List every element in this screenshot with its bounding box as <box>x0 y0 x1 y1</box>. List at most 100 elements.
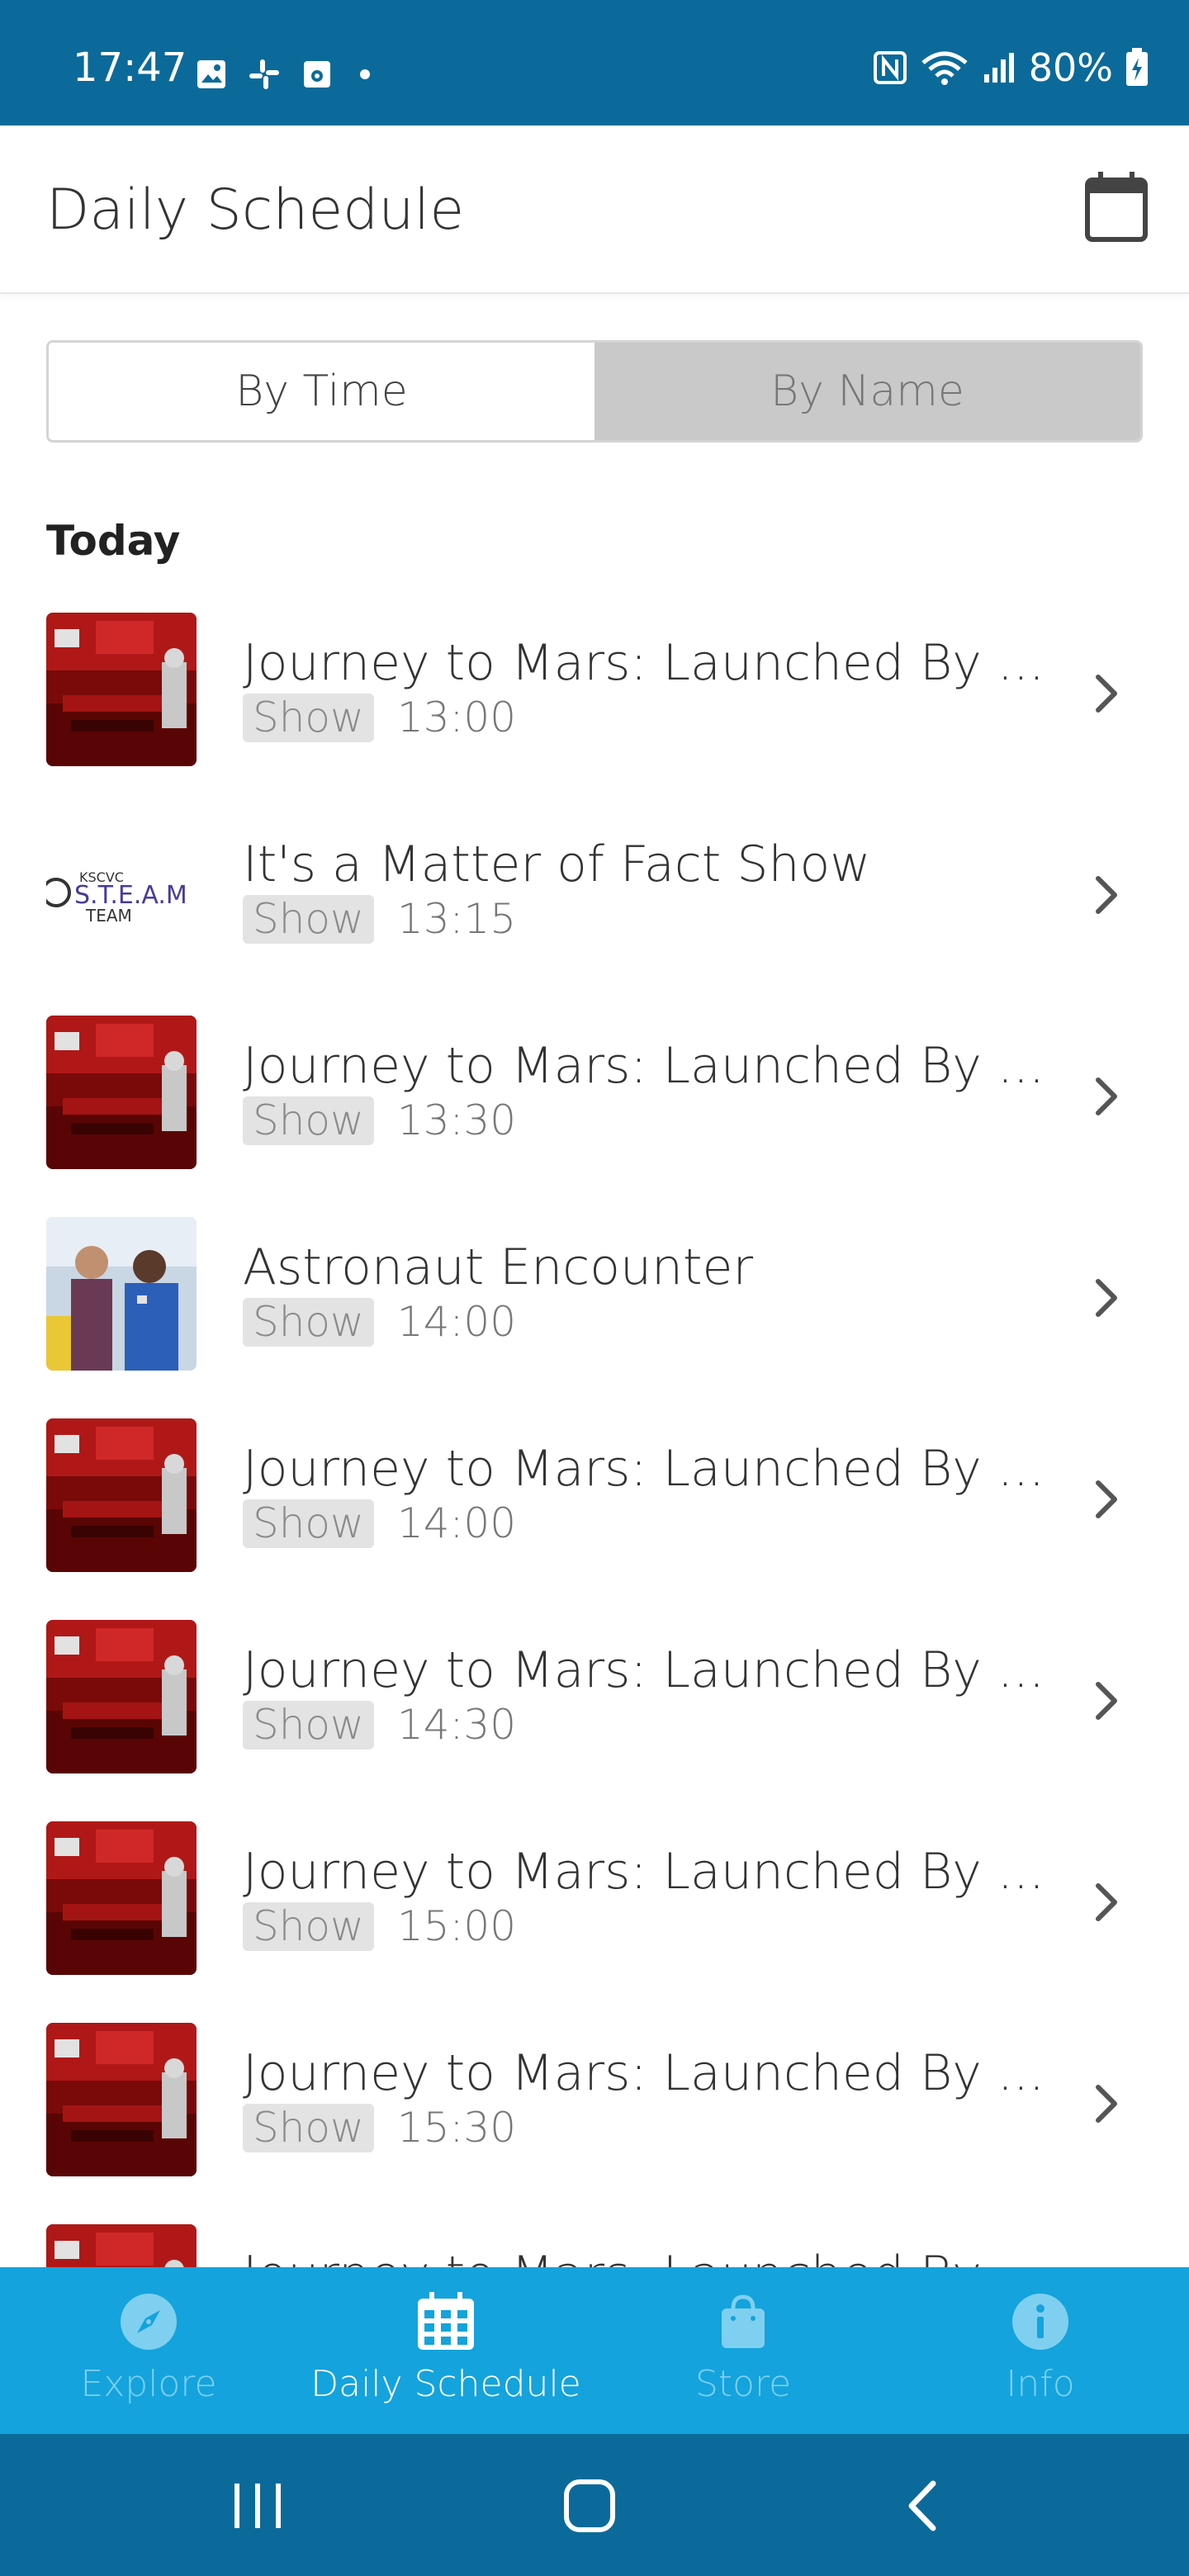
by-time-tab[interactable]: By Time <box>49 343 594 440</box>
camera-icon <box>304 61 330 88</box>
calendar-icon[interactable] <box>1083 170 1149 244</box>
item-title: Journey to Mars: Launched By ... <box>243 1643 1045 1698</box>
compass-icon <box>121 2294 177 2350</box>
chevron-right-icon <box>1096 1480 1117 1518</box>
nav-label: Store <box>694 2363 792 2405</box>
mars-show-photo <box>46 1016 197 1169</box>
item-title: Journey to Mars: Launched By ... <box>243 1442 1045 1496</box>
schedule-item[interactable]: Journey to Mars: Launched By ... Show 15… <box>0 2013 1189 2214</box>
item-meta: Show 15:30 <box>243 2104 516 2152</box>
image-icon <box>197 60 225 88</box>
item-meta: Show 14:30 <box>243 1701 516 1750</box>
item-time: 14:00 <box>396 1499 517 1547</box>
nav-label: Daily Schedule <box>310 2363 581 2405</box>
mars-thumbnail <box>46 1821 197 1975</box>
schedule-item[interactable]: Journey to Mars: Launched By ... Show 13… <box>0 603 1189 804</box>
schedule-item[interactable]: Journey to Mars: Launched By ... Show 13… <box>0 1006 1189 1207</box>
mars-thumbnail <box>46 1016 197 1169</box>
notification-icons <box>195 58 370 91</box>
nfc-icon <box>873 51 907 84</box>
item-title: Journey to Mars: Launched By ... <box>243 2046 1045 2100</box>
nav-info[interactable]: Info <box>892 2267 1189 2434</box>
chevron-right-icon <box>1096 876 1117 914</box>
nav-label: Info <box>1006 2363 1075 2405</box>
type-badge: Show <box>243 1298 374 1347</box>
schedule-item[interactable]: Journey to Mars: Launched By ... Show 15… <box>0 1811 1189 2013</box>
dot-icon <box>360 69 370 79</box>
steam-logo-bottom-text: TEAM <box>85 906 132 926</box>
item-meta: Show 13:00 <box>243 694 516 742</box>
schedule-item[interactable]: Journey to Mars: Launched By ... Show 14… <box>0 1409 1189 1610</box>
nav-daily-schedule[interactable]: Daily Schedule <box>297 2267 594 2434</box>
item-title: Journey to Mars: Launched By ... <box>243 1844 1045 1899</box>
item-time: 14:30 <box>396 1701 517 1749</box>
mars-thumbnail <box>46 2023 197 2176</box>
schedule-item[interactable]: Journey to Mars: Launched By ... <box>0 2214 1189 2267</box>
page-title: Daily Schedule <box>46 178 465 243</box>
chevron-right-icon <box>1096 1077 1117 1115</box>
item-meta: Show 15:00 <box>243 1902 516 1951</box>
signal-icon <box>983 53 1014 83</box>
mars-thumbnail <box>46 1620 197 1773</box>
type-badge: Show <box>243 694 374 742</box>
mars-thumbnail <box>46 2224 197 2267</box>
type-badge: Show <box>243 1096 374 1145</box>
slack-icon <box>249 59 279 89</box>
chevron-right-icon <box>1096 675 1117 713</box>
recent-apps-icon[interactable] <box>225 2477 291 2535</box>
item-time: 13:30 <box>396 1096 517 1144</box>
schedule-item[interactable]: Astronaut Encounter Show 14:00 <box>0 1207 1189 1409</box>
mars-show-photo <box>46 2224 197 2267</box>
item-meta: Show 13:15 <box>243 895 516 944</box>
nav-label: Explore <box>80 2363 217 2405</box>
item-title: Journey to Mars: Launched By ... <box>243 1039 1045 1093</box>
status-bar: 17:47 80% <box>0 0 1189 125</box>
type-badge: Show <box>243 1902 374 1951</box>
item-time: 13:15 <box>396 895 517 943</box>
schedule-item[interactable]: KSCVC S.T.E.A.M TEAM It's a Matter of Fa… <box>0 804 1189 1006</box>
mars-thumbnail <box>46 1418 197 1572</box>
chevron-right-icon <box>1096 1682 1117 1720</box>
wifi-icon <box>921 51 968 85</box>
steam-team-logo: KSCVC S.T.E.A.M TEAM <box>46 814 197 968</box>
mars-show-photo <box>46 613 197 766</box>
item-title: Astronaut Encounter <box>243 1240 754 1295</box>
by-name-tab[interactable]: By Name <box>594 343 1140 440</box>
calendar-grid-icon <box>418 2292 474 2350</box>
item-title: Journey to Mars: Launched By ... <box>243 636 1045 690</box>
item-time: 15:00 <box>396 1902 517 1950</box>
mars-show-photo <box>46 1418 197 1572</box>
item-meta: Show 14:00 <box>243 1298 516 1347</box>
system-status: 80% <box>872 48 1149 88</box>
status-time: 17:47 <box>73 45 187 91</box>
item-title: Journey to Mars: Launched By ... <box>243 2247 1060 2267</box>
mars-thumbnail <box>46 613 197 766</box>
type-badge: Show <box>243 1499 374 1548</box>
item-title: It's a Matter of Fact Show <box>243 837 871 892</box>
type-badge: Show <box>243 895 374 944</box>
schedule-item[interactable]: Journey to Mars: Launched By ... Show 14… <box>0 1610 1189 1811</box>
back-icon[interactable] <box>892 2477 958 2535</box>
item-meta: Show 13:30 <box>243 1096 516 1145</box>
item-meta: Show 14:00 <box>243 1499 516 1548</box>
app-header: Daily Schedule <box>0 125 1189 294</box>
nav-explore[interactable]: Explore <box>0 2267 297 2434</box>
chevron-right-icon <box>1096 1279 1117 1317</box>
schedule-list: Journey to Mars: Launched By ... Show 13… <box>0 603 1189 2267</box>
steam-logo-graphic: KSCVC S.T.E.A.M TEAM <box>46 869 187 926</box>
item-time: 14:00 <box>396 1298 517 1346</box>
astronaut-photo <box>46 1217 197 1371</box>
astronaut-thumbnail <box>46 1217 197 1371</box>
type-badge: Show <box>243 1701 374 1750</box>
battery-icon <box>1126 48 1148 86</box>
home-icon[interactable] <box>557 2477 623 2535</box>
item-time: 15:30 <box>396 2104 517 2152</box>
mars-show-photo <box>46 1821 197 1975</box>
bottom-nav: Explore Daily Schedule Store Info <box>0 2267 1189 2434</box>
mars-show-photo <box>46 2023 197 2176</box>
type-badge: Show <box>243 2104 374 2152</box>
info-icon <box>1012 2294 1068 2350</box>
nav-store[interactable]: Store <box>594 2267 892 2434</box>
mars-show-photo <box>46 1620 197 1773</box>
chevron-right-icon <box>1096 1883 1117 1921</box>
